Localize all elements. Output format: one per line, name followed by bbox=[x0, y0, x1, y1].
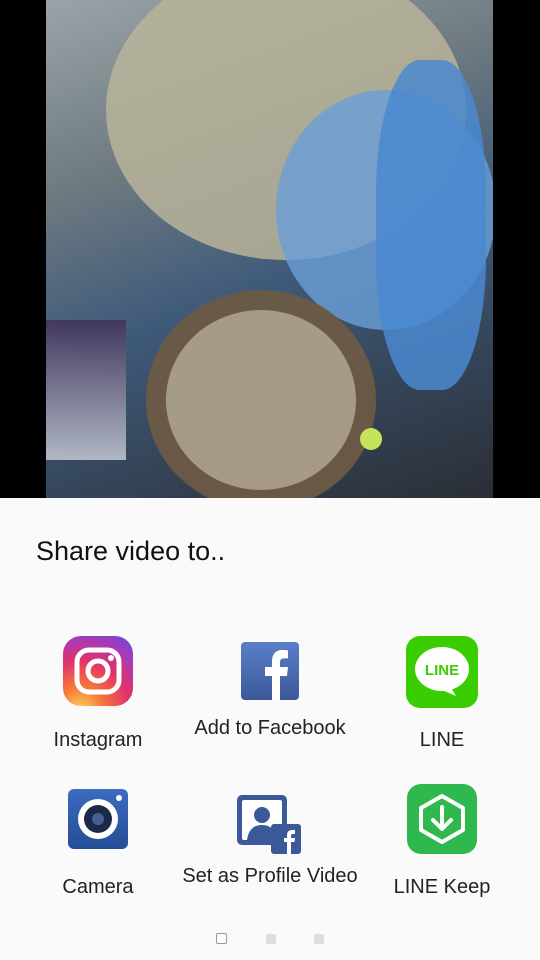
page-dot-active[interactable] bbox=[216, 933, 228, 944]
share-item-profile-video[interactable]: Set as Profile Video bbox=[180, 793, 360, 918]
share-item-label: Instagram bbox=[53, 729, 143, 751]
share-item-line-keep[interactable]: LINE Keep bbox=[352, 784, 532, 909]
share-item-camera[interactable]: Camera bbox=[8, 789, 188, 909]
page-indicator bbox=[0, 931, 540, 949]
share-item-label: Add to Facebook bbox=[194, 717, 346, 739]
profile-video-icon bbox=[235, 793, 305, 857]
share-item-facebook[interactable]: Add to Facebook bbox=[180, 642, 360, 772]
facebook-icon bbox=[241, 642, 299, 700]
line-icon: LINE bbox=[406, 636, 478, 708]
share-title: Share video to.. bbox=[36, 536, 226, 566]
svg-text:LINE: LINE bbox=[425, 662, 459, 679]
share-item-label: LINE Keep bbox=[393, 876, 491, 898]
share-sheet: Share video to.. Instagram Add to Facebo… bbox=[0, 498, 540, 960]
camera-icon bbox=[68, 789, 128, 849]
share-item-label: Set as Profile Video bbox=[182, 865, 358, 887]
video-frame bbox=[46, 0, 493, 498]
share-item-line[interactable]: LINE LINE bbox=[352, 636, 532, 756]
share-item-label: Camera bbox=[62, 876, 134, 898]
instagram-icon bbox=[63, 636, 133, 706]
page-dot[interactable] bbox=[265, 934, 276, 944]
line-keep-icon bbox=[407, 784, 477, 854]
video-preview[interactable] bbox=[0, 0, 540, 498]
share-item-instagram[interactable]: Instagram bbox=[8, 636, 188, 756]
share-item-label: LINE bbox=[419, 729, 465, 751]
page-dot[interactable] bbox=[313, 934, 324, 944]
